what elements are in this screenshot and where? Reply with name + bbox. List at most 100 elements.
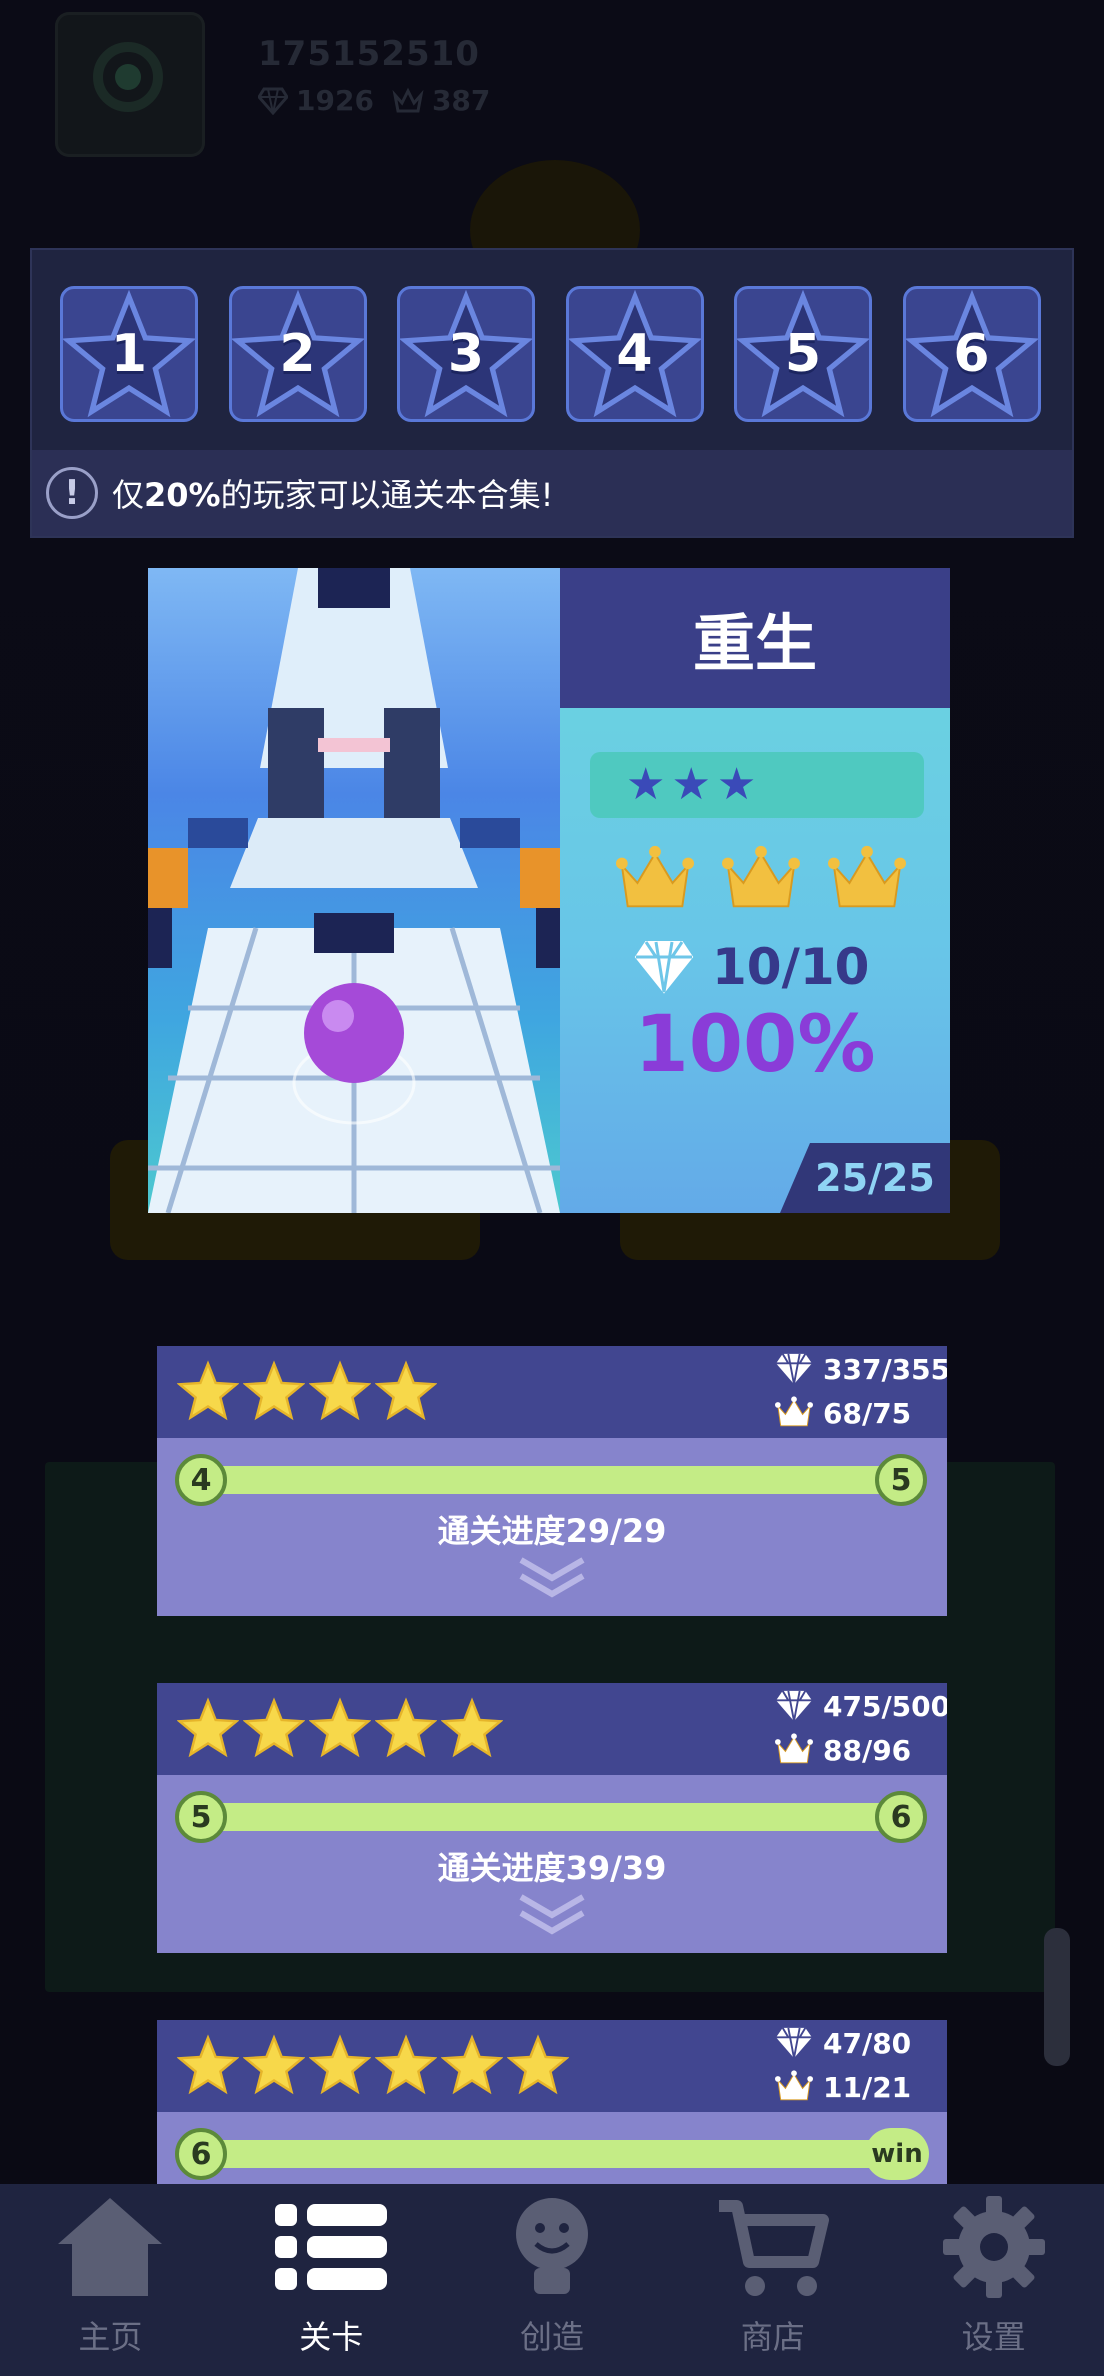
tier-crown-count: 68/75: [823, 1396, 912, 1430]
gem-count: 10/10: [712, 938, 870, 996]
tier-header: 475/500 88/96: [157, 1683, 947, 1775]
level-number: 4: [616, 324, 653, 384]
star-icon: [243, 1360, 305, 1421]
tier-gems: 337/355: [775, 1352, 947, 1386]
difficulty-star-icon: ★: [716, 759, 757, 810]
level-tile-6[interactable]: 6: [902, 286, 1041, 422]
star-icon: [309, 1697, 371, 1758]
diamond-icon: [776, 1353, 812, 1385]
star-icon: [243, 1697, 305, 1758]
difficulty-star-icon: ★: [626, 759, 666, 810]
level-tile-4[interactable]: 4: [565, 286, 704, 422]
level-number: 1: [110, 324, 148, 384]
difficulty-star-icon: ★: [671, 759, 711, 810]
tier-gems: 47/80: [775, 2026, 911, 2060]
nav-item-cart[interactable]: 商店: [662, 2184, 883, 2376]
level-number: 2: [279, 324, 316, 384]
star-icon: [375, 1360, 437, 1421]
nav-label: 商店: [740, 2318, 805, 2356]
crown-icon: [828, 845, 906, 908]
tier-card[interactable]: 337/355 68/75 4 5 通关进度29/29: [157, 1346, 947, 1616]
collection-panel: 1 2 3 4 5 6 ! 仅20%的玩家可以通关本合集!: [30, 248, 1074, 538]
tier-crown-count: 88/96: [823, 1733, 912, 1767]
level-tile-1[interactable]: 1: [60, 286, 198, 422]
star-icon: [177, 1697, 239, 1758]
tier-crowns: 88/96: [775, 1733, 911, 1767]
crown-icon: [722, 845, 800, 908]
crown-icon: [775, 1733, 813, 1764]
level-number: 6: [953, 324, 990, 384]
lightbulb-icon: [492, 2192, 612, 2306]
level-number: 5: [784, 324, 822, 384]
nav-label: 关卡: [299, 2318, 364, 2356]
hint-text: 仅20%的玩家可以通关本合集!: [112, 476, 554, 514]
tier-progress-track: 45: [175, 1454, 927, 1506]
star-icon: [507, 2034, 569, 2095]
avatar[interactable]: [55, 12, 205, 157]
tier-crown-count: 11/21: [823, 2070, 912, 2104]
user-id: 175152510: [258, 34, 480, 74]
gem-progress: 10/10: [634, 938, 869, 996]
star-icon: [375, 2034, 437, 2095]
tier-progress-text: 通关进度29/29: [437, 1512, 667, 1550]
star-icon: [309, 2034, 371, 2095]
nav-label: 主页: [78, 2318, 143, 2356]
diamond-icon: [634, 941, 694, 994]
hint-bar: ! 仅20%的玩家可以通关本合集!: [32, 450, 1072, 536]
progress-bar: [201, 1803, 901, 1831]
tier-gem-count: 475/500: [823, 1689, 947, 1723]
star-icon: [375, 1697, 437, 1758]
level-tile-3[interactable]: 3: [397, 286, 535, 422]
star-icon: [177, 1360, 239, 1421]
crown-count: 387: [431, 84, 491, 117]
crown-icon: [392, 87, 424, 112]
track-start-node: 6: [175, 2128, 227, 2180]
diamond-icon: [776, 1690, 812, 1722]
gem-count: 1926: [296, 84, 374, 117]
nav-item-home[interactable]: 主页: [0, 2184, 221, 2376]
scrollbar[interactable]: [1044, 1928, 1070, 2066]
level-progress: 25/25: [815, 1156, 935, 1200]
difficulty-rating: ★ ★ ★: [590, 752, 924, 818]
expand-chevron-icon[interactable]: [515, 1554, 589, 1602]
tier-header: 47/80 11/21: [157, 2020, 947, 2112]
cart-icon: [713, 2192, 833, 2306]
gem-stat: 1926: [258, 84, 374, 117]
user-stats: 1926 387: [258, 84, 490, 117]
tier-progress-text: 通关进度39/39: [437, 1849, 667, 1887]
expand-chevron-icon[interactable]: [515, 1891, 589, 1939]
progress-bar: [201, 1466, 901, 1494]
tier-crowns: 68/75: [775, 1396, 911, 1430]
tier-header: 337/355 68/75: [157, 1346, 947, 1438]
track-end-node: 6: [875, 1791, 927, 1843]
diamond-icon: [258, 87, 288, 115]
level-tile-5[interactable]: 5: [734, 286, 872, 422]
nav-label: 设置: [961, 2318, 1026, 2356]
level-title: 重生: [692, 607, 817, 680]
crown-icon: [775, 2070, 813, 2101]
tier-gem-count: 47/80: [823, 2026, 912, 2060]
star-icon: [243, 2034, 305, 2095]
star-icon: [177, 2034, 239, 2095]
star-icon: [441, 2034, 503, 2095]
crown-icon: [775, 1396, 813, 1427]
level-info-panel: 重生 ★ ★ ★ 10/10 100% 25/25: [560, 568, 950, 1213]
crown-stat: 387: [392, 84, 490, 117]
nav-item-lightbulb[interactable]: 创造: [442, 2184, 663, 2376]
track-start-node: 5: [175, 1791, 227, 1843]
list-icon: [271, 2192, 391, 2306]
diamond-icon: [776, 2027, 812, 2059]
level-card[interactable]: 重生 ★ ★ ★ 10/10 100% 25/25: [148, 568, 950, 1213]
nav-item-gear[interactable]: 设置: [883, 2184, 1104, 2376]
level-tile-2[interactable]: 2: [228, 286, 367, 422]
tier-card[interactable]: 475/500 88/96 5 6 通关进度39/39: [157, 1683, 947, 1953]
nav-item-list[interactable]: 关卡: [221, 2184, 442, 2376]
crown-rating: [616, 844, 906, 924]
nav-label: 创造: [519, 2318, 584, 2356]
level-number: 3: [447, 324, 485, 384]
level-progress-tab: 25/25: [780, 1143, 950, 1213]
completion-percent: 100%: [634, 1000, 876, 1090]
tier-progress-track: 6 win: [175, 2128, 929, 2180]
level-title-bar: 重生: [560, 568, 950, 708]
tier-progress-track: 56: [175, 1791, 927, 1843]
